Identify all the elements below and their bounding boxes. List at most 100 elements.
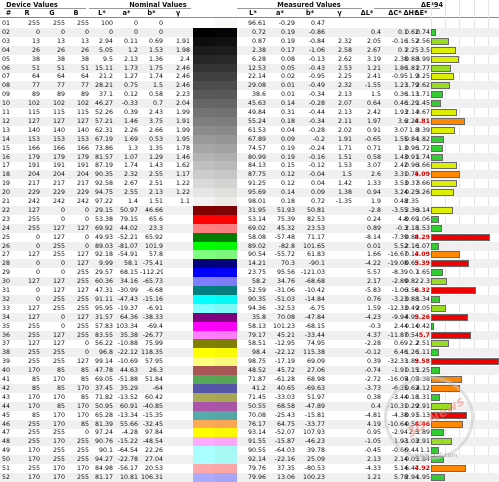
cell-mgamma	[327, 393, 352, 402]
cell-dl: 4.19	[366, 420, 381, 428]
cell-ml: 87.75	[247, 171, 266, 179]
measured-color-swatch	[215, 357, 237, 367]
cell-gamma	[166, 331, 190, 340]
cell-ma: -22.12	[274, 349, 295, 357]
measured-color-swatch	[215, 197, 237, 206]
cell-gamma: 1.99	[175, 126, 190, 134]
cell-ml: 89.02	[247, 242, 266, 250]
cell-gamma	[166, 250, 190, 259]
cell-b: 127	[76, 260, 89, 268]
cell-bb: -38.33	[142, 313, 163, 321]
cell-mgamma: 2.32	[337, 82, 352, 90]
measured-color-swatch	[215, 116, 237, 126]
cell-a: 50.97	[119, 206, 138, 214]
cell-de: 1.11	[415, 349, 430, 357]
cell-r: 191	[27, 162, 40, 170]
cell-bb: 60.42	[144, 393, 163, 401]
cell-ma: 0.14	[280, 189, 295, 197]
cell-bb: -112.29	[140, 269, 163, 277]
cell-l: 21.2	[98, 73, 113, 81]
delta-e-bar	[431, 109, 457, 116]
cell-dl: 0.71	[366, 144, 381, 152]
watermark-site: www.ixbt.com	[414, 452, 458, 459]
cell-l: 87.19	[94, 162, 113, 170]
cell-b: 255	[76, 295, 89, 303]
cell-ml: 23.75	[247, 269, 266, 277]
nominal-color-swatch	[193, 19, 215, 28]
table-row: 07 64 64 64 21.2 1.27 1.74 2.46 22.14 0.02 -0.95 2.…	[0, 72, 499, 82]
nominal-color-swatch	[193, 170, 215, 180]
nominal-color-swatch	[193, 214, 215, 224]
cell-de: 6.32	[414, 287, 430, 294]
delta-e-bar	[431, 295, 440, 303]
cell-de: 2.3	[419, 278, 430, 286]
cell-a: -22.78	[117, 456, 138, 464]
cell-g: 127	[52, 287, 65, 294]
cell-gamma	[166, 366, 190, 375]
delta-e-bar	[431, 260, 469, 268]
cell-bb: 65.92	[144, 233, 163, 241]
cell-dl: 0.91	[366, 126, 381, 134]
table-row: 39 255 255 127 99.14 -10.69 57.95 98.75 -17.19 69…	[0, 357, 499, 367]
cell-dl: 3.19	[366, 55, 381, 63]
column-header-l: L*	[98, 9, 106, 17]
cell-bb: -15.35	[142, 411, 163, 419]
cell-b: 115	[76, 109, 89, 116]
cell-gamma	[166, 375, 190, 384]
cell-dl: -1.55	[364, 82, 381, 90]
cell-a: 0.75	[123, 82, 138, 90]
cell-bb: -6.68	[146, 287, 163, 294]
cell-mgamma: 1.51	[337, 153, 352, 161]
cell-g: 85	[56, 367, 65, 375]
cell-dl: 0.76	[366, 295, 381, 303]
measured-color-swatch	[215, 232, 237, 242]
cell-l: 49.93	[94, 233, 113, 241]
nominal-color-swatch	[193, 99, 215, 109]
cell-ma: 0.15	[280, 162, 295, 170]
cell-mgamma	[327, 348, 352, 357]
cell-ml: 12.53	[247, 64, 266, 72]
cell-b: 127	[76, 224, 89, 232]
cell-ma: 51.93	[276, 206, 295, 214]
cell-a: 68.15	[119, 269, 138, 277]
cell-mgamma	[327, 250, 352, 259]
cell-mgamma: 2.53	[337, 64, 352, 72]
cell-bb: 1.29	[148, 153, 163, 161]
cell-b: 170	[76, 465, 89, 472]
table-row: 06 51 51 51 15.11 1.73 1.75 2.46 12.53 0.05 -0.43 2…	[0, 63, 499, 73]
cell-ma: -61.28	[274, 376, 295, 383]
delta-e-bar	[431, 304, 446, 312]
table-row: 38 255 255 0 96.8 -22.12 118.35 98.4 -22.12 115.3…	[0, 348, 499, 358]
column-header-dl: ΔL*	[360, 9, 374, 17]
cell-dl: 5.57	[366, 269, 381, 277]
cell-dl: -3.73	[364, 384, 381, 392]
cell-ml: 79.17	[247, 331, 266, 339]
cell-gamma	[166, 402, 190, 411]
cell-mgamma: 2.13	[337, 91, 352, 99]
cell-l: 50.95	[94, 402, 113, 410]
cell-ma: 0.19	[280, 144, 295, 152]
cell-r: 127	[27, 313, 40, 321]
cell-r: 179	[27, 153, 40, 161]
cell-l: 69.92	[94, 224, 113, 232]
cell-bb: 23.3	[148, 224, 163, 232]
cell-de: 3.39	[415, 126, 430, 134]
cell-a: 79.15	[119, 215, 138, 223]
cell-b: 166	[76, 144, 89, 152]
cell-g: 166	[52, 144, 65, 152]
cell-a: -15.22	[117, 438, 138, 446]
table-row: 44 170 85 170 50.95 60.91 -40.85 50.55 68.58 -47.…	[0, 401, 499, 411]
cell-l: 96.8	[98, 349, 113, 357]
delta-e-bar	[431, 367, 440, 375]
cell-bb: 2.13	[148, 189, 163, 197]
cell-de: 4.12	[415, 384, 430, 392]
cell-g: 26	[56, 46, 65, 54]
cell-bb: 1.5	[152, 82, 163, 90]
nominal-color-swatch	[193, 108, 215, 117]
measured-color-swatch	[215, 446, 237, 456]
cell-g: 179	[52, 153, 65, 161]
cell-l: 92.58	[94, 180, 113, 188]
table-row: 12 127 127 127 57.21 1.46 3.75 1.91 55.24 0.18 -0.…	[0, 116, 499, 126]
cell-gamma: 2.46	[175, 82, 190, 90]
cell-l: 9.5	[102, 55, 113, 63]
